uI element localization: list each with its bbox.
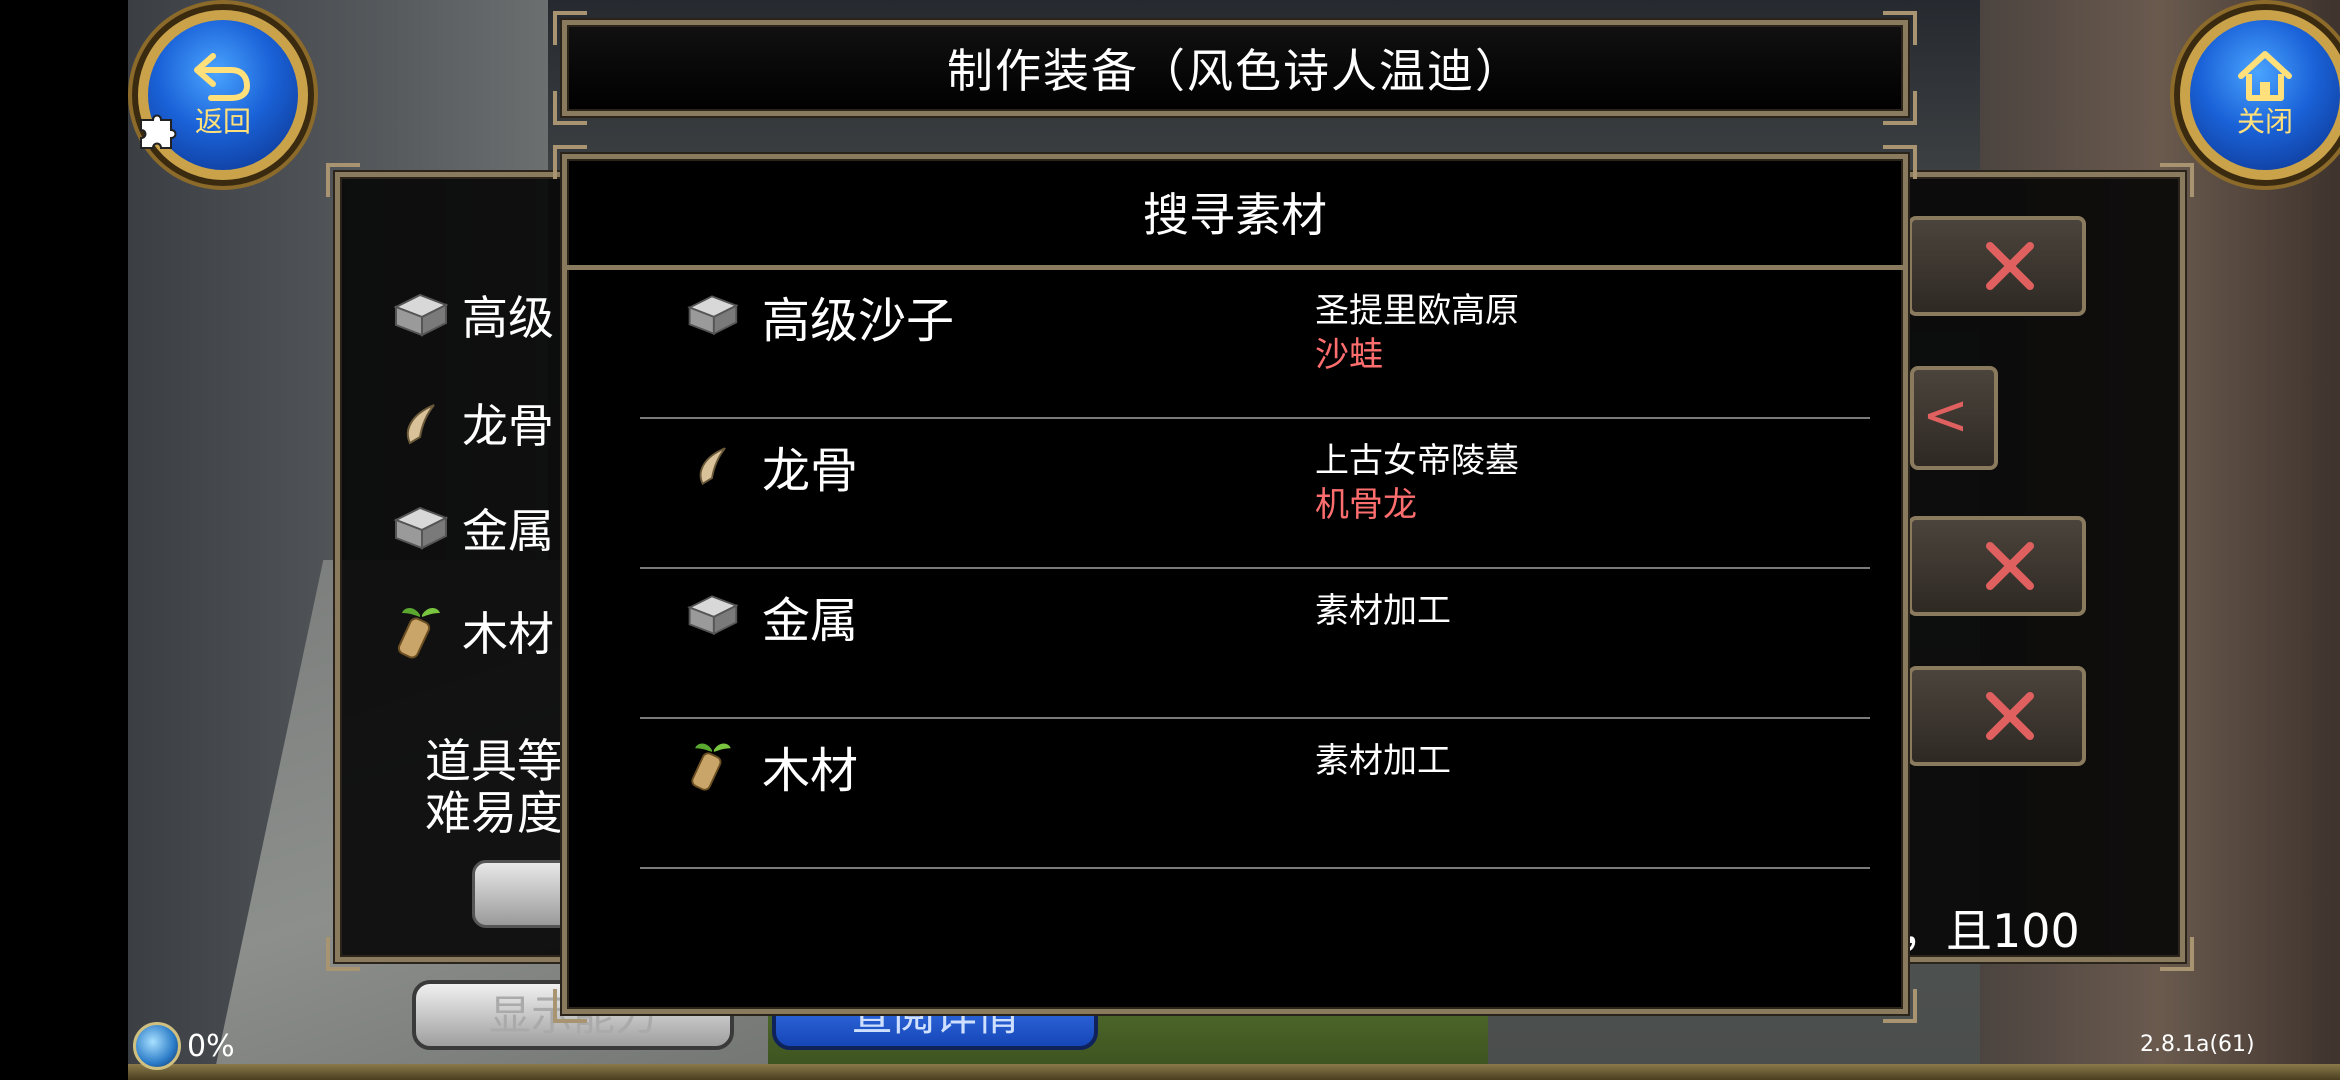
puzzle-icon[interactable] [135,108,185,158]
bg-condition-text: ，且100 [1900,904,2080,958]
material-name: 木材 [762,743,859,799]
wood-log-icon [691,743,731,791]
remove-button[interactable] [1908,516,2086,616]
bg-material-label: 龙骨 [462,399,554,453]
silver-ingot-icon [687,595,739,636]
bg-material-item[interactable]: 金属 [390,495,554,561]
bg-material-item[interactable]: 高级 [390,282,554,348]
back-arrow-icon [194,53,251,101]
remove-button[interactable] [1908,216,2086,316]
close-label: 关闭 [2236,105,2293,138]
material-row[interactable]: 木材 素材加工 [640,719,1870,869]
close-x-icon [1986,242,2034,290]
material-location: 素材加工 [1315,591,1451,631]
bg-material-label: 金属 [462,504,554,558]
material-monster: 沙蛙 [1315,335,1383,375]
frame-corner [326,163,360,197]
bg-info-line: 道具等 [425,734,563,788]
frame-corner [2160,163,2194,197]
remove-button[interactable] [1908,666,2086,766]
bg-material-label: 木材 [462,607,554,661]
home-icon [2238,51,2292,101]
material-location: 上古女帝陵墓 [1315,441,1519,481]
page-title: 制作装备（风色诗人温迪） [947,44,1523,98]
frame-corner [326,937,360,971]
silver-ingot-icon [393,506,449,550]
bg-info-line: 难易度 [425,786,563,840]
silver-ingot-icon [687,295,739,336]
close-x-icon [1986,542,2034,590]
modal-title: 搜寻素材 [567,159,1903,270]
material-row[interactable]: 龙骨 上古女帝陵墓 机骨龙 [640,419,1870,569]
material-name: 金属 [762,593,859,649]
search-materials-modal: 搜寻素材 高级沙子 圣提里欧高原 沙蛙 龙骨 上古女帝陵墓 机骨龙 金属 素材加… [553,145,1917,1023]
chevron-left-icon: < [1922,383,1969,448]
bg-material-item[interactable]: 木材 [390,598,554,664]
wood-log-icon [397,608,440,659]
bg-info-text: 道具等 难易度 [425,735,563,839]
material-location: 圣提里欧高原 [1315,291,1519,331]
bottom-bar [128,1064,2340,1080]
material-monster: 机骨龙 [1315,485,1417,525]
loading-progress: 0% [133,1022,235,1070]
progress-orb-icon [133,1022,181,1070]
silver-ingot-icon [393,293,449,337]
material-location: 素材加工 [1315,741,1451,781]
chevron-left-button[interactable]: < [1910,366,1998,470]
bg-material-label: 高级 [462,291,554,345]
close-button[interactable]: 关闭 [2180,10,2340,180]
material-row[interactable]: 高级沙子 圣提里欧高原 沙蛙 [640,269,1870,419]
material-name: 高级沙子 [762,293,955,349]
frame-corner [1883,989,1917,1023]
frame-corner [2160,937,2194,971]
material-row[interactable]: 金属 素材加工 [640,569,1870,719]
dragon-bone-icon [699,447,726,485]
material-name: 龙骨 [762,443,859,499]
version-text: 2.8.1a(61) [2140,1032,2255,1057]
dragon-bone-icon [406,404,435,445]
bg-material-item[interactable]: 龙骨 [390,390,554,456]
progress-text: 0% [187,1028,235,1064]
close-x-icon [1986,692,2034,740]
title-bar: 制作装备（风色诗人温迪） [553,11,1917,125]
frame-corner [553,989,587,1023]
material-list: 高级沙子 圣提里欧高原 沙蛙 龙骨 上古女帝陵墓 机骨龙 金属 素材加工 木材 … [640,269,1870,869]
